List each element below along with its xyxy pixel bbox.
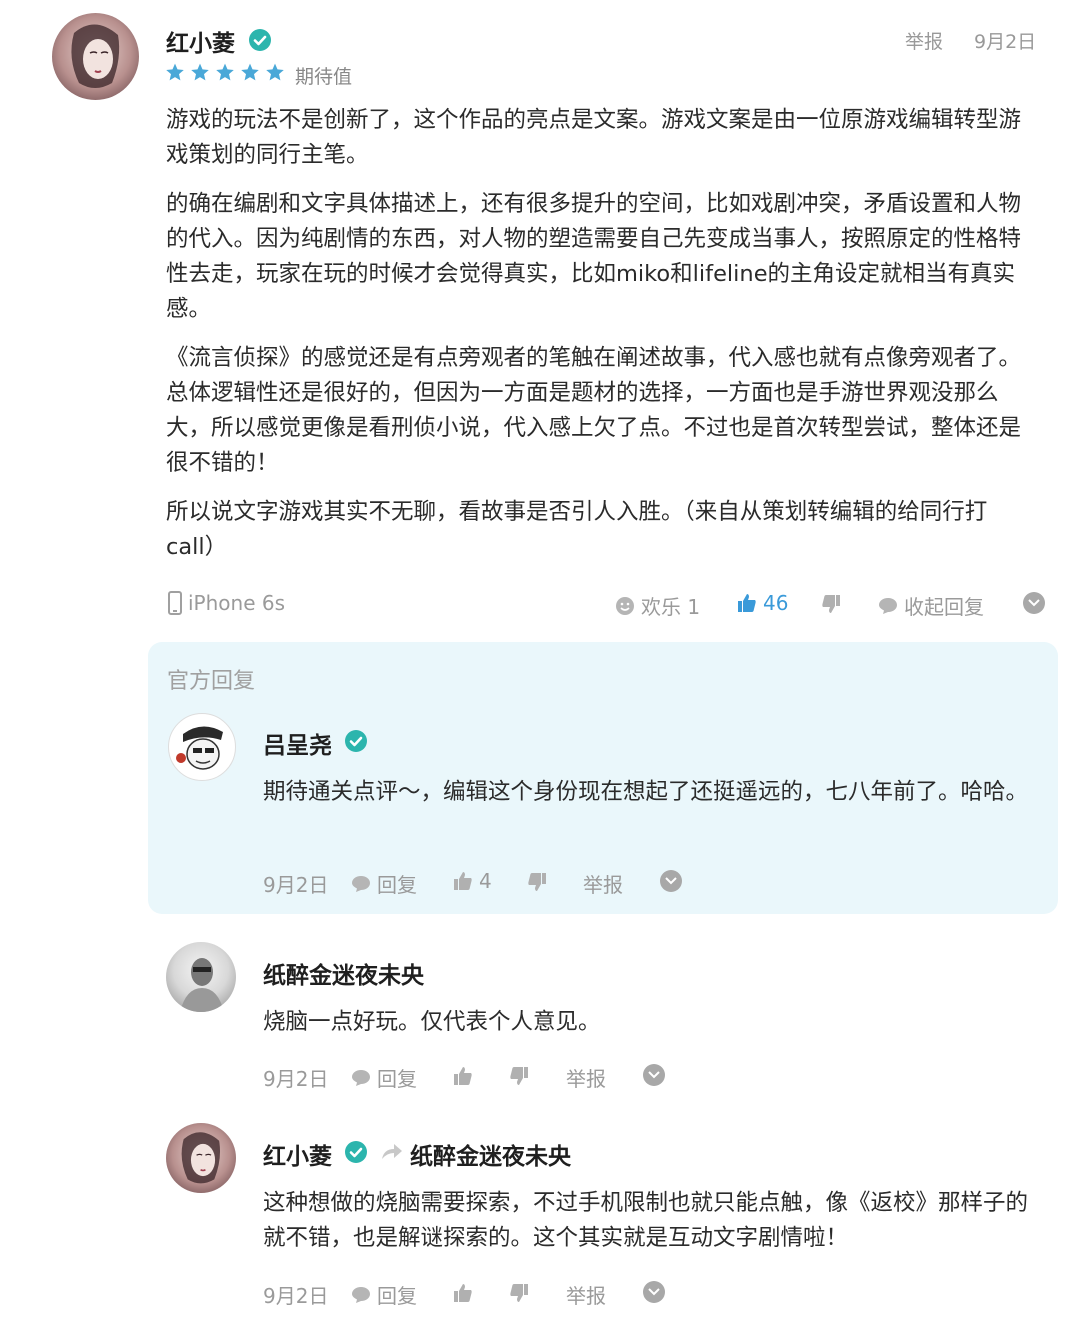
thumbs-down-icon (822, 595, 840, 613)
star-rating (165, 62, 285, 82)
more-options-button[interactable] (660, 870, 682, 892)
phone-icon (168, 591, 182, 615)
fun-count: 欢乐 1 (641, 595, 701, 619)
like-button[interactable] (453, 1283, 473, 1307)
comment-icon (352, 1069, 370, 1086)
official-reply-title: 官方回复 (167, 669, 256, 694)
review-body: 游戏的玩法不是创新了，这个作品的亮点是文案。游戏文案是由一位原游戏编辑转型游戏策… (166, 103, 1034, 565)
device-info: iPhone 6s (168, 591, 285, 615)
thumbs-up-icon (454, 1067, 472, 1085)
dislike-button[interactable] (509, 1283, 529, 1307)
like-count: 4 (479, 869, 492, 893)
reply-label: 回复 (377, 873, 417, 897)
review-paragraph: 的确在编剧和文字具体描述上，还有很多提升的空间，比如戏剧冲突，矛盾设置和人物的代… (166, 191, 1022, 322)
thumbs-up-icon (738, 594, 756, 612)
verified-badge-icon (345, 1141, 367, 1163)
thumbs-up-icon (454, 872, 472, 890)
date-label: 9月2日 (263, 1067, 329, 1091)
comment-icon (352, 1286, 370, 1303)
official-reply-date: 9月2日 (263, 869, 328, 898)
dislike-button[interactable] (509, 1066, 529, 1090)
reply-label: 回复 (377, 1067, 417, 1091)
reply-text: 这种想做的烧脑需要探索，不过手机限制也就只能点触，像《返校》那样子的就不错，也是… (263, 1190, 1029, 1251)
verified-badge-icon (345, 730, 367, 752)
reply-text: 烧脑一点好玩。仅代表个人意见。 (263, 1009, 601, 1035)
review-date: 9月2日 (974, 31, 1037, 53)
verified-badge-icon (249, 29, 271, 51)
reply-to-name[interactable]: 纸醉金迷夜未央 (410, 1137, 571, 1171)
reply-label: 回复 (377, 1284, 417, 1308)
dislike-button[interactable] (527, 872, 547, 896)
cartoon-avatar-illustration (176, 726, 223, 770)
rating-label: 期待值 (295, 66, 353, 88)
more-options-button[interactable] (643, 1281, 665, 1303)
reply-button[interactable]: 回复 (351, 869, 417, 898)
like-count: 46 (763, 591, 789, 615)
report-link[interactable]: 举报 (905, 27, 943, 54)
portrait-illustration (181, 1132, 221, 1184)
collapse-replies-button[interactable]: 收起回复 (878, 591, 984, 620)
thumbs-up-icon (454, 1284, 472, 1302)
smile-icon (616, 596, 634, 615)
report-link[interactable]: 举报 (583, 869, 623, 898)
reply-date: 9月2日 (263, 1063, 328, 1092)
star-icon (266, 63, 284, 81)
reply-date: 9月2日 (263, 1280, 328, 1309)
dislike-button[interactable] (821, 594, 841, 618)
collapse-label: 收起回复 (904, 595, 984, 619)
reply-avatar[interactable] (166, 942, 236, 1012)
date-label: 9月2日 (263, 1284, 329, 1308)
star-icon (191, 63, 209, 81)
comment-icon (352, 875, 370, 892)
like-button[interactable]: 4 (453, 869, 492, 893)
chevron-down-icon (648, 1288, 660, 1296)
person-photo-illustration (180, 958, 224, 1012)
chevron-down-icon (1028, 599, 1040, 607)
review-paragraph: 游戏的玩法不是创新了，这个作品的亮点是文案。游戏文案是由一位原游戏编辑转型游戏策… (166, 107, 1022, 168)
thumbs-down-icon (528, 873, 546, 891)
review-author-name[interactable]: 红小菱 (166, 24, 235, 58)
report-link[interactable]: 举报 (566, 1063, 606, 1092)
review-paragraph: 所以说文字游戏其实不无聊，看故事是否引人入胜。（来自从策划转编辑的给同行打cal… (166, 499, 988, 560)
review-paragraph: 《流言侦探》的感觉还是有点旁观者的笔触在阐述故事，代入感也就有点像旁观者了。总体… (166, 345, 1022, 476)
portrait-illustration (71, 24, 120, 88)
official-avatar[interactable] (168, 713, 236, 781)
author-avatar[interactable] (52, 13, 139, 100)
reply-button[interactable]: 回复 (351, 1063, 417, 1092)
date-label: 9月2日 (263, 873, 329, 897)
comment-icon (879, 597, 897, 614)
device-label: iPhone 6s (188, 591, 286, 615)
star-icon (216, 63, 234, 81)
more-options-button[interactable] (643, 1064, 665, 1086)
like-button[interactable] (453, 1066, 473, 1090)
reply-avatar[interactable] (166, 1123, 236, 1193)
like-button[interactable]: 46 (737, 591, 788, 615)
star-icon (241, 63, 259, 81)
reply-author-name[interactable]: 纸醉金迷夜未央 (263, 956, 424, 990)
official-author-name[interactable]: 吕呈尧 (263, 726, 332, 760)
star-icon (166, 63, 184, 81)
reply-button[interactable]: 回复 (351, 1280, 417, 1309)
thumbs-down-icon (510, 1284, 528, 1302)
fun-button[interactable]: 欢乐 1 (615, 591, 700, 620)
reply-arrow-icon (382, 1144, 402, 1159)
thumbs-down-icon (510, 1067, 528, 1085)
report-link[interactable]: 举报 (566, 1280, 606, 1309)
chevron-down-icon (648, 1071, 660, 1079)
more-options-button[interactable] (1023, 592, 1045, 614)
official-reply-text: 期待通关点评～，编辑这个身份现在想起了还挺遥远的，七八年前了。哈哈。 (263, 779, 1029, 805)
reply-author-name[interactable]: 红小菱 (263, 1137, 332, 1171)
chevron-down-icon (665, 877, 677, 885)
official-reply-box: 官方回复 吕呈尧 期待通关点评～，编辑这个身份现在想起了还挺遥远的，七八年前了。… (148, 642, 1058, 914)
